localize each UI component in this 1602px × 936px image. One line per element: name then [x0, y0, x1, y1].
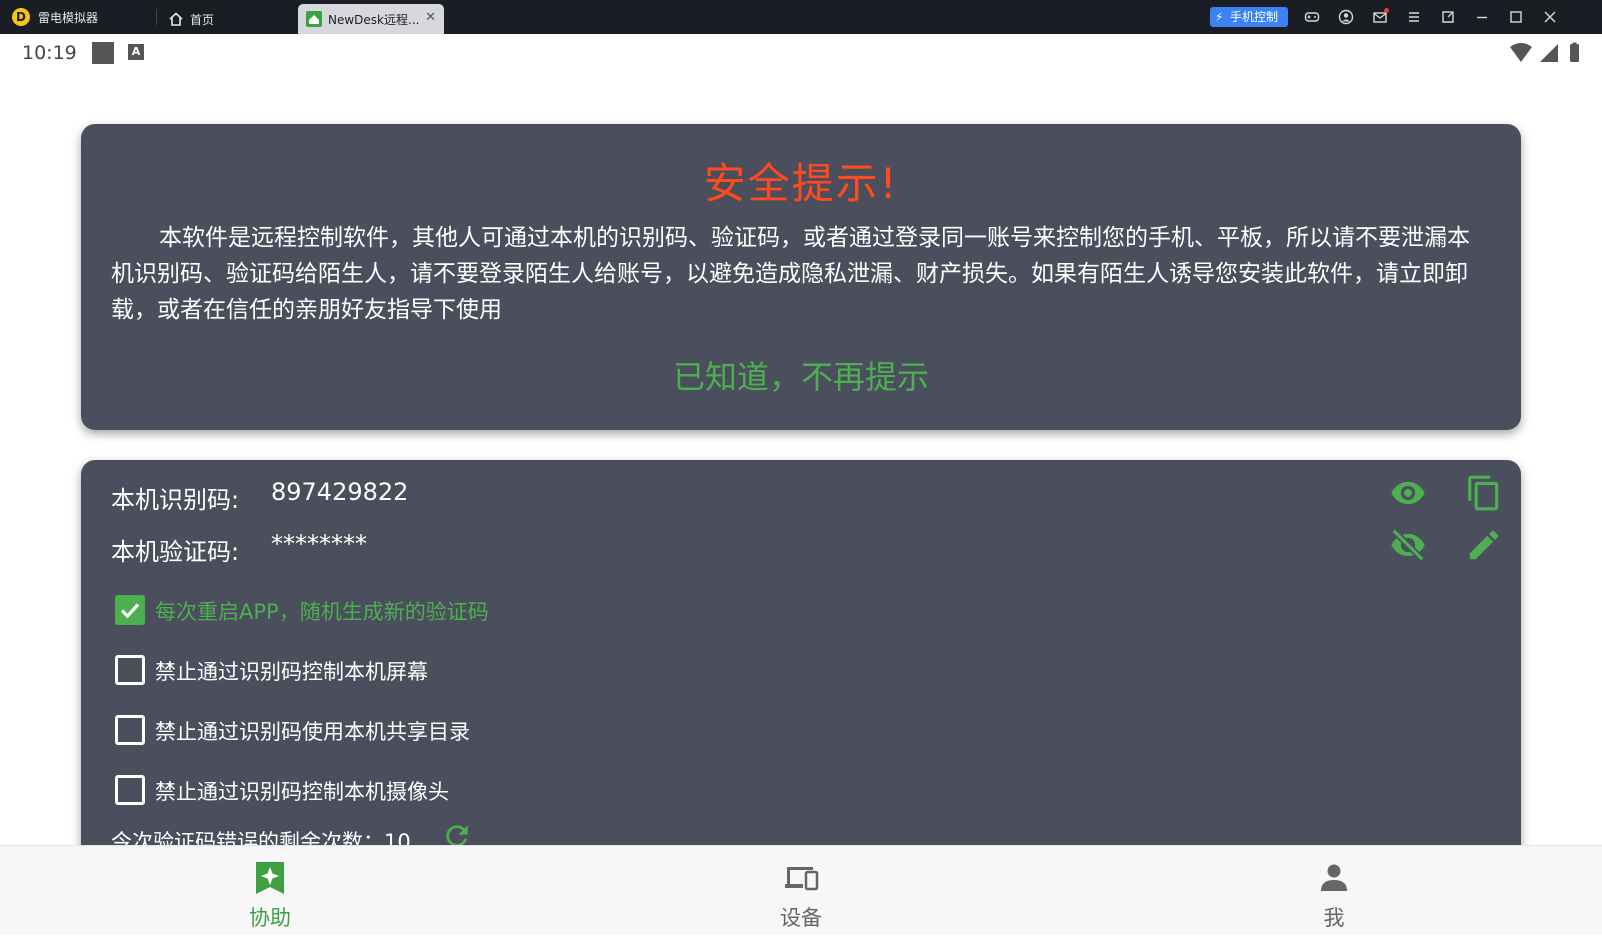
copy-id-icon[interactable] [1465, 474, 1503, 512]
bottom-navigation: 协助 设备 我 [0, 845, 1602, 935]
device-info-card: 本机识别码: 897429822 本机验证码: ******** 每次重启APP… [81, 460, 1521, 845]
android-statusbar: 10:19 A [0, 34, 1602, 70]
nav-me-label: 我 [1323, 906, 1345, 930]
option-label: 每次重启APP，随机生成新的验证码 [155, 600, 489, 624]
acknowledge-button[interactable]: 已知道，不再提示 [81, 352, 1521, 398]
menu-icon[interactable] [1404, 7, 1424, 27]
show-id-eye-icon[interactable] [1389, 474, 1427, 512]
newdesk-app-icon [306, 11, 322, 27]
tab-close-icon[interactable]: ✕ [425, 10, 436, 25]
nav-assist[interactable]: 协助 [170, 846, 370, 936]
minimize-icon[interactable] [1472, 7, 1492, 27]
emulator-app-name: 雷电模拟器 [38, 11, 99, 25]
option-label: 禁止通过识别码使用本机共享目录 [155, 720, 470, 744]
phone-control-label: 手机控制 [1230, 10, 1279, 24]
option-label: 禁止通过识别码控制本机屏幕 [155, 660, 428, 684]
security-notice-card: 安全提示! 本软件是远程控制软件，其他人可通过本机的识别码、验证码，或者通过登录… [81, 124, 1521, 430]
security-title: 安全提示! [703, 159, 899, 208]
person-icon [1321, 864, 1347, 891]
notification-square-icon [92, 42, 114, 64]
phone-control-button[interactable]: ⚡ 手机控制 [1210, 7, 1288, 27]
status-time: 10:19 [22, 42, 77, 64]
remaining-attempts-label: 今次验证码错误的剩余次数：10 [111, 830, 411, 845]
account-icon[interactable] [1336, 7, 1356, 27]
edit-code-pencil-icon[interactable] [1465, 526, 1503, 564]
mail-icon[interactable] [1370, 7, 1390, 27]
device-id-value: 897429822 [271, 478, 409, 506]
device-id-label: 本机识别码: [111, 486, 240, 514]
hide-code-eye-off-icon[interactable] [1389, 526, 1427, 564]
security-body: 本软件是远程控制软件，其他人可通过本机的识别码、验证码，或者通过登录同一账号来控… [111, 225, 1470, 323]
verify-code-value: ******** [271, 530, 367, 558]
maximize-icon[interactable] [1506, 7, 1526, 27]
checkbox-unchecked[interactable] [115, 715, 145, 745]
checkbox-unchecked[interactable] [115, 775, 145, 805]
nav-devices-label: 设备 [780, 906, 822, 930]
emulator-logo-icon: D [12, 8, 30, 26]
tab-newdesk[interactable]: NewDesk远程... ✕ [298, 4, 444, 34]
refresh-icon[interactable] [441, 820, 473, 845]
bolt-icon: ⚡ [1215, 10, 1224, 24]
verify-code-label: 本机验证码: [111, 538, 240, 566]
main-content: 安全提示! 本软件是远程控制软件，其他人可通过本机的识别码、验证码，或者通过登录… [0, 70, 1602, 845]
nav-me[interactable]: 我 [1234, 846, 1434, 936]
checkbox-unchecked[interactable] [115, 655, 145, 685]
assist-sparkle-icon [256, 862, 284, 894]
battery-icon [1570, 44, 1579, 62]
checkbox-checked[interactable] [115, 595, 145, 625]
home-icon [169, 12, 183, 26]
nav-devices[interactable]: 设备 [701, 846, 901, 936]
notification-a-icon: A [128, 44, 144, 60]
cell-signal-icon [1540, 44, 1558, 62]
tab-home-label: 首页 [190, 13, 215, 27]
option-label: 禁止通过识别码控制本机摄像头 [155, 780, 449, 804]
emulator-titlebar: D 雷电模拟器 首页 NewDesk远程... ✕ ⚡ 手机控制 [0, 0, 1602, 34]
tab-home[interactable]: 首页 [160, 4, 292, 34]
close-window-icon[interactable] [1540, 7, 1560, 27]
nav-assist-label: 协助 [249, 906, 291, 930]
tab-newdesk-label: NewDesk远程... [328, 13, 420, 27]
notification-dot [1384, 8, 1389, 13]
gamepad-icon[interactable] [1302, 7, 1322, 27]
titlebar-divider [156, 9, 157, 25]
wifi-icon [1510, 43, 1532, 62]
devices-icon [785, 867, 819, 891]
popout-icon[interactable] [1438, 7, 1458, 27]
status-icons [1510, 42, 1579, 62]
